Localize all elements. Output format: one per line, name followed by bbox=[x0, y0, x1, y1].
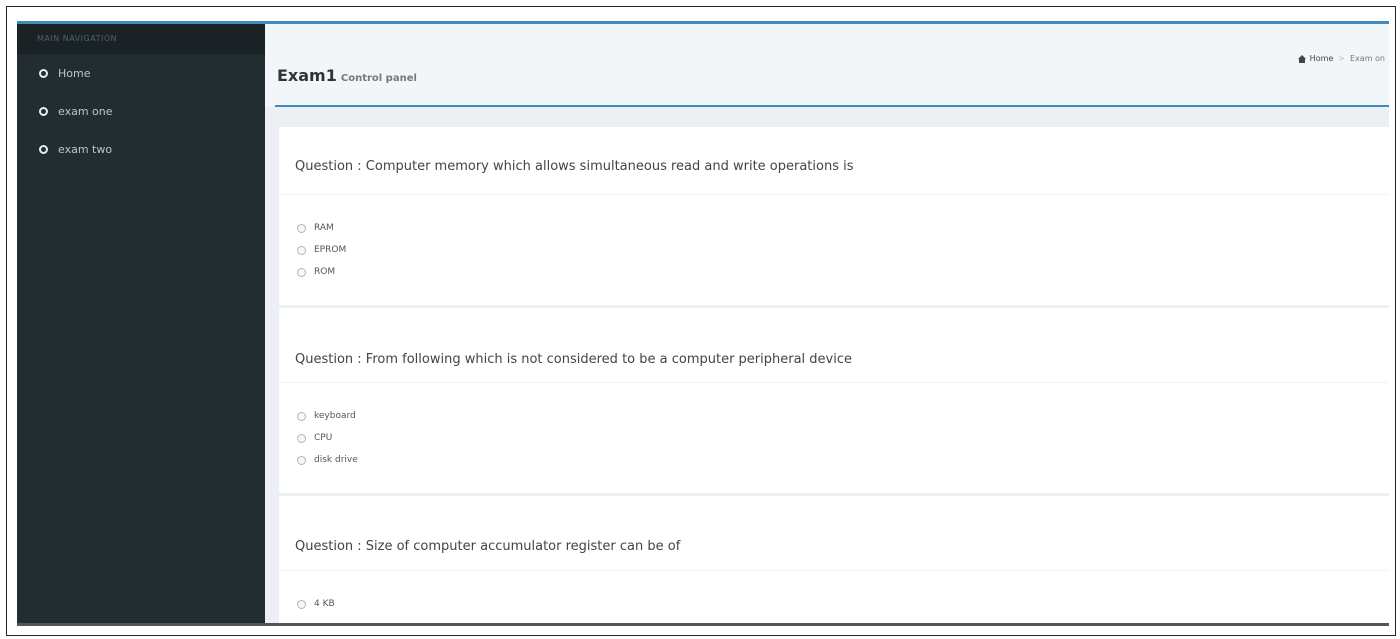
answer-option[interactable]: CPU bbox=[297, 427, 1389, 449]
answer-options: 4 KB bbox=[279, 571, 1389, 626]
circle-icon bbox=[39, 106, 48, 116]
sidebar: MAIN NAVIGATION Home exam one exam two bbox=[17, 21, 265, 626]
page-title-text: Exam1 bbox=[277, 66, 337, 85]
answer-option[interactable]: ROM bbox=[297, 261, 1389, 283]
question-card: Question : Size of computer accumulator … bbox=[279, 496, 1389, 626]
home-icon bbox=[1297, 54, 1306, 63]
header-divider bbox=[275, 105, 1389, 107]
answer-option[interactable]: RAM bbox=[297, 217, 1389, 239]
radio-button[interactable] bbox=[297, 223, 306, 233]
answer-option[interactable]: 4 KB bbox=[297, 593, 1389, 615]
app-window: MAIN NAVIGATION Home exam one exam two E… bbox=[17, 21, 1389, 626]
sidebar-item-exam-one[interactable]: exam one bbox=[17, 92, 265, 130]
main-content: Exam1 Control panel Home > Exam on Questi… bbox=[265, 21, 1389, 626]
answer-options: keyboard CPU disk drive bbox=[279, 383, 1389, 493]
radio-button[interactable] bbox=[297, 455, 306, 465]
question-card: Question : Computer memory which allows … bbox=[279, 127, 1389, 308]
breadcrumb-separator: > bbox=[1338, 54, 1345, 63]
radio-button[interactable] bbox=[297, 245, 306, 255]
question-card: Question : From following which is not c… bbox=[279, 308, 1389, 496]
question-text: Question : Size of computer accumulator … bbox=[279, 496, 1389, 571]
circle-icon bbox=[39, 144, 48, 154]
radio-button[interactable] bbox=[297, 267, 306, 277]
option-label: CPU bbox=[314, 433, 333, 443]
circle-icon bbox=[39, 68, 48, 78]
page-subtitle: Control panel bbox=[340, 73, 417, 84]
option-label: RAM bbox=[314, 223, 334, 233]
option-label: keyboard bbox=[314, 411, 356, 421]
answer-option[interactable]: keyboard bbox=[297, 405, 1389, 427]
sidebar-item-home[interactable]: Home bbox=[17, 54, 265, 92]
option-label: disk drive bbox=[314, 455, 358, 465]
question-list: Question : Computer memory which allows … bbox=[279, 127, 1389, 626]
sidebar-item-label: exam one bbox=[58, 104, 113, 118]
content-header: Exam1 Control panel Home > Exam on bbox=[265, 21, 1389, 107]
question-text: Question : From following which is not c… bbox=[279, 308, 1389, 383]
page-title: Exam1 Control panel bbox=[277, 66, 417, 85]
sidebar-item-exam-two[interactable]: exam two bbox=[17, 130, 265, 168]
screenshot-frame: MAIN NAVIGATION Home exam one exam two E… bbox=[6, 6, 1396, 636]
option-label: 4 KB bbox=[314, 599, 335, 609]
option-label: EPROM bbox=[314, 245, 347, 255]
sidebar-header: MAIN NAVIGATION bbox=[17, 24, 265, 54]
breadcrumb-home-link[interactable]: Home bbox=[1310, 54, 1334, 63]
answer-options: RAM EPROM ROM bbox=[279, 195, 1389, 305]
taskbar-strip bbox=[17, 623, 1389, 626]
radio-button[interactable] bbox=[297, 433, 306, 443]
answer-option[interactable]: disk drive bbox=[297, 449, 1389, 471]
breadcrumb-current: Exam on bbox=[1350, 54, 1385, 63]
radio-button[interactable] bbox=[297, 599, 306, 609]
question-text: Question : Computer memory which allows … bbox=[279, 127, 1389, 195]
sidebar-menu: Home exam one exam two bbox=[17, 54, 265, 168]
radio-button[interactable] bbox=[297, 411, 306, 421]
option-label: ROM bbox=[314, 267, 336, 277]
sidebar-item-label: Home bbox=[58, 66, 91, 80]
breadcrumb: Home > Exam on bbox=[1297, 54, 1385, 63]
answer-option[interactable]: EPROM bbox=[297, 239, 1389, 261]
sidebar-item-label: exam two bbox=[58, 142, 113, 156]
